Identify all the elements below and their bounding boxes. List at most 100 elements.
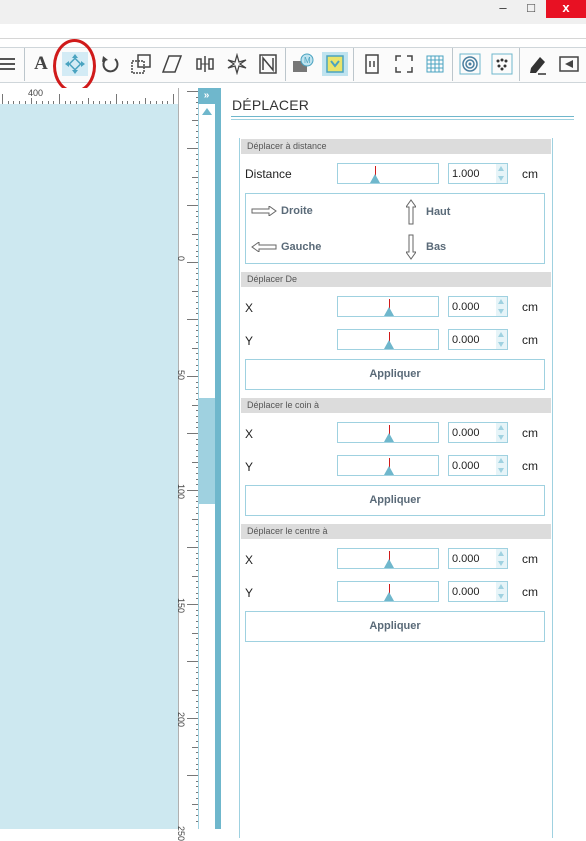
apply-move-from-button[interactable]: Appliquer — [245, 359, 545, 390]
ruler-label: 200 — [176, 712, 186, 728]
registration-marks-icon[interactable] — [391, 52, 417, 76]
move-corner-y-stepper[interactable] — [496, 456, 507, 475]
library-icon[interactable]: M — [290, 52, 316, 76]
scale-icon[interactable] — [128, 52, 154, 76]
step-down-icon[interactable] — [498, 176, 504, 181]
section-header-move-center: Déplacer le centre à — [241, 524, 551, 539]
svg-text:M: M — [304, 56, 311, 65]
move-from-y-stepper[interactable] — [496, 330, 507, 349]
move-corner-y-input[interactable] — [452, 457, 496, 475]
arrow-up-icon — [406, 199, 416, 225]
page-setup-icon[interactable] — [359, 52, 385, 76]
step-down-icon[interactable] — [498, 435, 504, 440]
move-corner-y-field[interactable] — [448, 455, 508, 476]
move-center-x-slider[interactable] — [337, 548, 439, 569]
step-up-icon[interactable] — [498, 551, 504, 556]
move-center-y-stepper[interactable] — [496, 582, 507, 601]
scroll-up-arrow[interactable] — [202, 108, 212, 115]
sketch-icon[interactable] — [524, 52, 550, 76]
unit-label: cm — [522, 426, 538, 440]
move-from-x-stepper[interactable] — [496, 297, 507, 316]
apply-move-center-button[interactable]: Appliquer — [245, 611, 545, 642]
pixscan-icon[interactable] — [489, 52, 515, 76]
arrow-left-icon — [251, 242, 277, 252]
distance-stepper[interactable] — [496, 164, 507, 183]
distance-label: Distance — [245, 167, 292, 181]
move-corner-y-slider[interactable] — [337, 455, 439, 476]
step-up-icon[interactable] — [498, 166, 504, 171]
slider-handle[interactable] — [384, 559, 394, 568]
step-up-icon[interactable] — [498, 584, 504, 589]
ruler-label: 250 — [176, 826, 186, 841]
move-center-x-input[interactable] — [452, 550, 496, 568]
menu-lines-icon[interactable] — [0, 52, 20, 76]
slider-handle[interactable] — [384, 340, 394, 349]
replicate-icon[interactable] — [224, 52, 250, 76]
nudge-left-button[interactable]: Gauche — [251, 241, 321, 253]
move-center-x-field[interactable] — [448, 548, 508, 569]
move-center-y-field[interactable] — [448, 581, 508, 602]
move-corner-x-input[interactable] — [452, 424, 496, 442]
rotate-icon[interactable] — [97, 52, 123, 76]
move-from-x-input[interactable] — [452, 298, 496, 316]
align-icon[interactable] — [192, 52, 218, 76]
nudge-box: Droite Haut Gauche Bas — [245, 193, 545, 264]
x-label: X — [245, 427, 254, 441]
trace-icon[interactable] — [322, 52, 348, 76]
move-from-x-slider[interactable] — [337, 296, 439, 317]
design-canvas[interactable] — [0, 104, 178, 829]
move-corner-x-slider[interactable] — [337, 422, 439, 443]
ruler-label: 150 — [176, 598, 186, 614]
move-corner-x-field[interactable] — [448, 422, 508, 443]
title-rule — [231, 116, 574, 117]
slider-handle[interactable] — [384, 466, 394, 475]
slider-handle[interactable] — [384, 433, 394, 442]
distance-slider[interactable] — [337, 163, 439, 184]
collapse-panel-button[interactable]: » — [198, 88, 215, 104]
nudge-up-button[interactable]: Haut — [406, 199, 450, 225]
nesting-icon[interactable] — [255, 52, 281, 76]
step-down-icon[interactable] — [498, 309, 504, 314]
step-down-icon[interactable] — [498, 561, 504, 566]
grid-icon[interactable] — [422, 52, 448, 76]
send-icon[interactable] — [556, 52, 582, 76]
distance-input[interactable] — [452, 165, 496, 183]
maximize-button[interactable]: □ — [520, 0, 542, 18]
title-bar: – □ x — [0, 0, 586, 24]
ruler-label: 400 — [28, 88, 44, 98]
shear-icon[interactable] — [159, 52, 185, 76]
step-up-icon[interactable] — [498, 332, 504, 337]
slider-handle[interactable] — [370, 174, 380, 183]
step-down-icon[interactable] — [498, 594, 504, 599]
step-down-icon[interactable] — [498, 342, 504, 347]
move-from-y-slider[interactable] — [337, 329, 439, 350]
move-from-y-input[interactable] — [452, 331, 496, 349]
step-up-icon[interactable] — [498, 425, 504, 430]
distance-field[interactable] — [448, 163, 508, 184]
nudge-right-label: Droite — [281, 205, 313, 217]
close-button[interactable]: x — [546, 0, 586, 18]
vertical-scrollbar[interactable] — [198, 104, 215, 829]
apply-move-corner-button[interactable]: Appliquer — [245, 485, 545, 516]
move-center-y-slider[interactable] — [337, 581, 439, 602]
move-center-y-input[interactable] — [452, 583, 496, 601]
step-down-icon[interactable] — [498, 468, 504, 473]
move-corner-x-stepper[interactable] — [496, 423, 507, 442]
offset-icon[interactable] — [457, 52, 483, 76]
move-from-x-field[interactable] — [448, 296, 508, 317]
move-from-y-field[interactable] — [448, 329, 508, 350]
minimize-button[interactable]: – — [492, 0, 514, 18]
text-tool-icon[interactable]: A — [28, 52, 54, 76]
unit-label: cm — [522, 552, 538, 566]
section-header-move-corner: Déplacer le coin à — [241, 398, 551, 413]
slider-handle[interactable] — [384, 307, 394, 316]
step-up-icon[interactable] — [498, 299, 504, 304]
x-label: X — [245, 301, 254, 315]
scrollbar-thumb[interactable] — [199, 398, 215, 504]
ruler-tick — [59, 94, 60, 104]
nudge-right-button[interactable]: Droite — [251, 205, 313, 217]
move-center-x-stepper[interactable] — [496, 549, 507, 568]
slider-handle[interactable] — [384, 592, 394, 601]
nudge-down-button[interactable]: Bas — [406, 234, 446, 260]
step-up-icon[interactable] — [498, 458, 504, 463]
